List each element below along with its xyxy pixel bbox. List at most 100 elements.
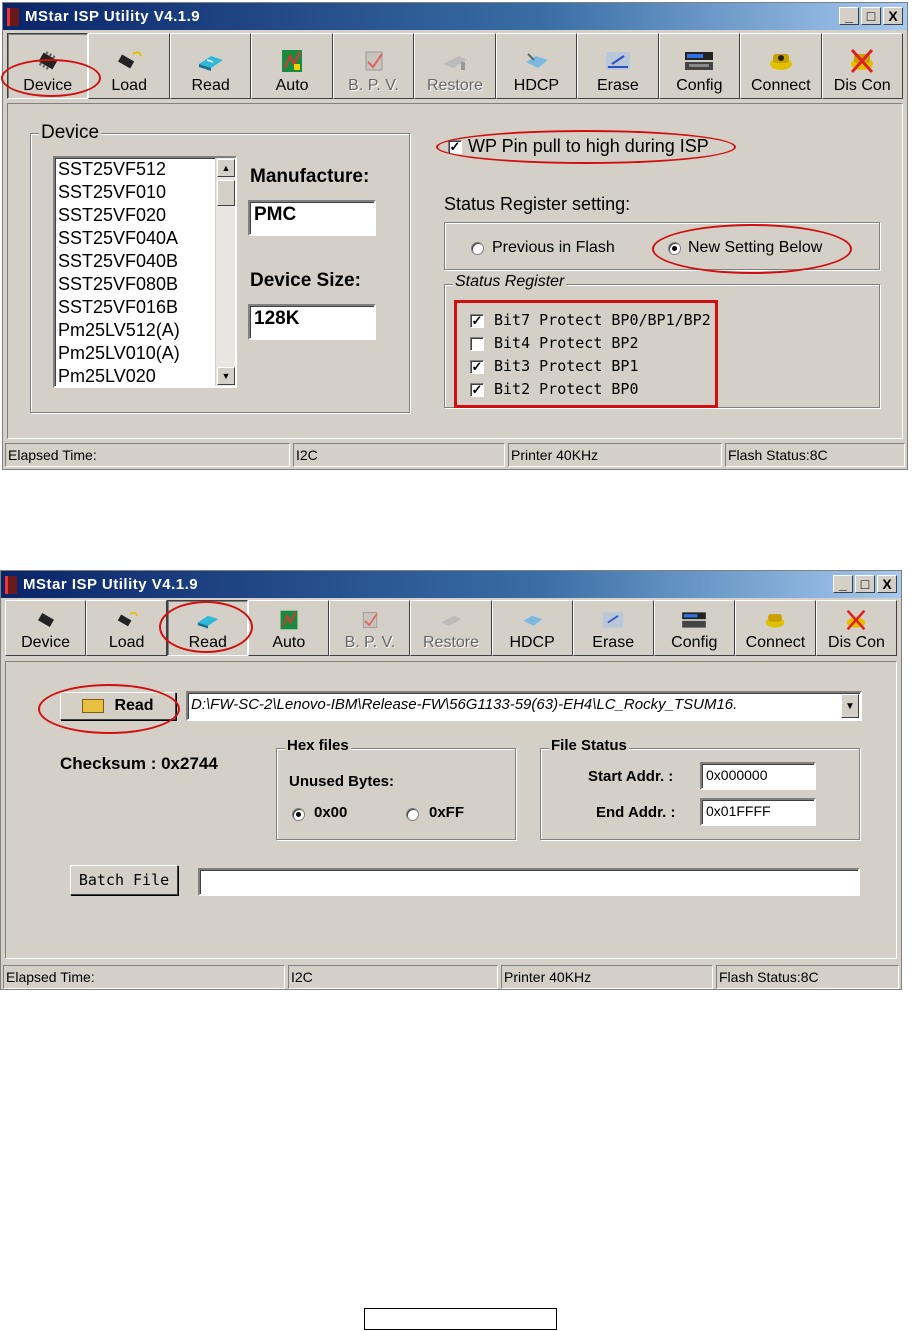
scroll-down-icon[interactable]: ▼ [217, 367, 235, 385]
toolbar-erase-button[interactable]: Erase [577, 33, 659, 99]
bit3-checkbox[interactable]: ✓ [470, 360, 484, 374]
bit4-label: Bit4 Protect BP2 [494, 334, 639, 352]
bpv-check-icon [362, 611, 378, 629]
auto-icon [282, 50, 303, 72]
toolbar-bpv-button[interactable]: B. P. V. [329, 600, 411, 656]
device-list[interactable]: SST25VF512 SST25VF010 SST25VF020 SST25VF… [53, 156, 237, 388]
annotation-circle [38, 684, 180, 734]
annotation-circle [159, 601, 253, 653]
toolbar-restore-label: Restore [423, 634, 480, 651]
list-item[interactable]: Pm25LV010(A) [55, 342, 235, 365]
config-icon [685, 52, 714, 70]
toolbar-read-button[interactable]: Read [169, 33, 252, 99]
device-list-scrollbar[interactable]: ▲ ▼ [215, 158, 235, 386]
scroll-up-icon[interactable]: ▲ [217, 159, 235, 177]
list-item[interactable]: Pm25LV512(A) [55, 319, 235, 342]
unused-0x00-radio[interactable] [292, 808, 305, 821]
restore-icon [442, 56, 467, 70]
toolbar-device-button[interactable]: Device [5, 600, 87, 656]
toolbar-hdcp-button[interactable]: HDCP [495, 33, 578, 99]
bit2-checkbox[interactable]: ✓ [470, 383, 484, 397]
auto-icon [280, 610, 298, 630]
status-elapsed: Elapsed Time: [5, 443, 290, 467]
list-item[interactable]: SST25VF512 [55, 158, 235, 181]
list-item[interactable]: SST25VF016B [55, 296, 235, 319]
toolbar-bpv-label: B. P. V. [344, 634, 396, 651]
toolbar-restore-button[interactable]: Restore [414, 33, 496, 99]
list-item[interactable]: SST25VF080B [55, 273, 235, 296]
status-i2c: I2C [288, 965, 498, 989]
toolbar-load-label: Load [108, 634, 145, 651]
bit4-checkbox[interactable] [470, 337, 484, 351]
chip-icon [37, 612, 54, 628]
status-bar: Elapsed Time: I2C Printer 40KHz Flash St… [3, 965, 899, 989]
toolbar-connect-button[interactable]: Connect [734, 600, 816, 656]
end-addr-field[interactable]: 0x01FFFF [700, 798, 816, 826]
previous-in-flash-label: Previous in Flash [492, 239, 615, 256]
toolbar-disconnect-button[interactable]: Dis Con [815, 600, 898, 656]
checksum-label: Checksum : 0x2744 [60, 754, 218, 773]
list-item[interactable]: SST25VF040B [55, 250, 235, 273]
list-item[interactable]: Pm25LV020 [55, 365, 235, 386]
toolbar-disconnect-button[interactable]: Dis Con [821, 33, 903, 99]
hdcp-icon [526, 53, 549, 68]
batch-file-field[interactable] [198, 868, 860, 896]
load-chip-icon [117, 611, 138, 627]
bit3-label: Bit3 Protect BP1 [494, 357, 639, 375]
previous-in-flash-radio[interactable] [471, 242, 484, 255]
title-bar[interactable]: MStar ISP Utility V4.1.9 _ □ X [3, 3, 907, 30]
unused-0x00-label: 0x00 [314, 804, 348, 821]
unused-0xff-radio[interactable] [406, 808, 419, 821]
bit7-checkbox[interactable]: ✓ [470, 314, 484, 328]
toolbar-read-label: Read [191, 77, 230, 94]
title-bar[interactable]: MStar ISP Utility V4.1.9 _ □ X [1, 571, 901, 598]
toolbar-restore-label: Restore [426, 77, 483, 94]
toolbar-hdcp-label: HDCP [509, 634, 555, 651]
batch-file-button[interactable]: Batch File [70, 865, 178, 895]
toolbar-connect-button[interactable]: Connect [740, 33, 822, 99]
page-footer-box [364, 1308, 557, 1330]
status-elapsed: Elapsed Time: [3, 965, 285, 989]
list-item[interactable]: SST25VF010 [55, 181, 235, 204]
file-status-group-label: File Status [549, 737, 629, 754]
minimize-button[interactable]: _ [833, 575, 853, 593]
hex-files-group-label: Hex files [285, 737, 351, 754]
maximize-button[interactable]: □ [855, 575, 875, 593]
toolbar-restore-button[interactable]: Restore [410, 600, 492, 656]
erase-icon [603, 612, 624, 628]
toolbar-config-label: Config [671, 634, 718, 651]
list-item[interactable]: SST25VF040A [55, 227, 235, 250]
path-combo[interactable]: D:\FW-SC-2\Lenovo-IBM\Release-FW\56G1133… [186, 691, 862, 721]
annotation-circle [436, 130, 736, 164]
restore-icon [440, 615, 462, 626]
status-printer: Printer 40KHz [508, 443, 722, 467]
list-item[interactable]: SST25VF020 [55, 204, 235, 227]
toolbar-config-button[interactable]: Config [658, 33, 741, 99]
annotation-circle [1, 59, 101, 97]
maximize-button[interactable]: □ [861, 7, 881, 25]
device-size-field[interactable]: 128K [248, 304, 376, 340]
path-value: D:\FW-SC-2\Lenovo-IBM\Release-FW\56G1133… [191, 696, 738, 713]
toolbar-hdcp-button[interactable]: HDCP [491, 600, 573, 656]
close-button[interactable]: X [883, 7, 903, 25]
bit7-label: Bit7 Protect BP0/BP1/BP2 [494, 311, 711, 329]
toolbar-erase-button[interactable]: Erase [572, 600, 654, 656]
toolbar-auto-button[interactable]: Auto [251, 33, 333, 99]
start-addr-field[interactable]: 0x000000 [700, 762, 816, 790]
toolbar-disconnect-label: Dis Con [833, 77, 891, 94]
toolbar-auto-button[interactable]: Auto [248, 600, 330, 656]
toolbar-config-button[interactable]: Config [653, 600, 735, 656]
manufacture-field[interactable]: PMC [248, 200, 376, 236]
close-button[interactable]: X [877, 575, 897, 593]
toolbar-load-button[interactable]: Load [88, 33, 170, 99]
app-icon [5, 575, 17, 594]
disconnect-phone-icon [847, 609, 866, 631]
toolbar-load-button[interactable]: Load [86, 600, 168, 656]
toolbar-bpv-button[interactable]: B. P. V. [332, 33, 415, 99]
scroll-thumb[interactable] [217, 180, 235, 206]
status-i2c: I2C [293, 443, 505, 467]
toolbar-hdcp-label: HDCP [513, 77, 560, 94]
minimize-button[interactable]: _ [839, 7, 859, 25]
chevron-down-icon[interactable]: ▼ [841, 694, 859, 718]
status-register-group-label: Status Register [453, 273, 567, 291]
